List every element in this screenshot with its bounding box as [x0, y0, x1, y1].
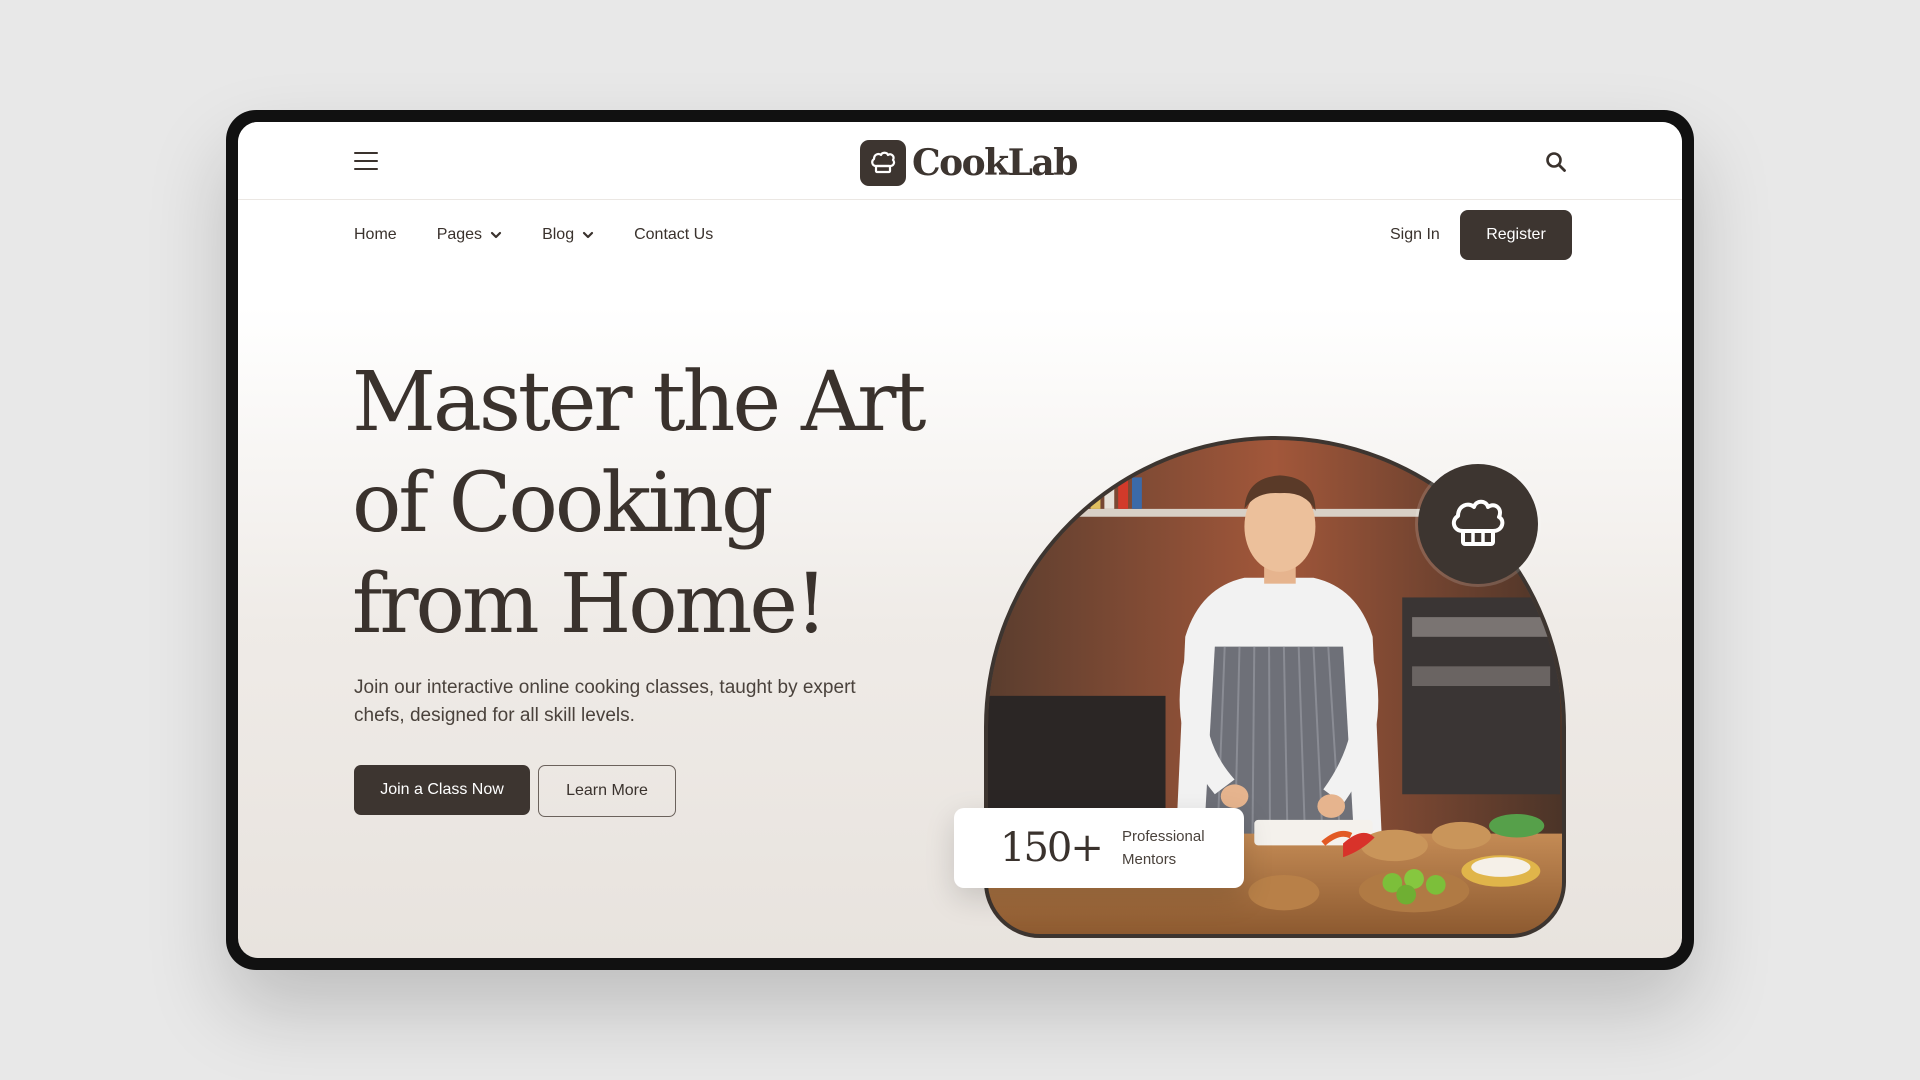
chevron-down-icon — [490, 231, 502, 239]
chef-hat-badge — [1418, 464, 1538, 584]
nav-item-label: Home — [354, 226, 397, 243]
hero-title: Master the Art of Cooking from Home! — [352, 352, 952, 655]
mentors-stat-card: 150+ Professional Mentors — [954, 808, 1244, 888]
nav-item-contact[interactable]: Contact Us — [634, 226, 713, 244]
hero-title-line: Master the Art — [352, 355, 926, 450]
hamburger-menu-icon[interactable] — [354, 152, 378, 170]
chevron-down-icon — [582, 231, 594, 239]
register-button[interactable]: Register — [1460, 210, 1572, 260]
nav-item-label: Blog — [542, 226, 575, 243]
nav-item-pages[interactable]: Pages — [437, 226, 502, 244]
nav-item-label: Contact Us — [634, 226, 714, 243]
stat-label-line: Mentors — [1122, 851, 1177, 868]
browser-screen: CookLab Home Pages Blog Contact Us Sign … — [238, 122, 1682, 958]
hero-title-line: of Cooking — [352, 456, 773, 551]
brand-name: CookLab — [912, 142, 1078, 184]
sign-in-link[interactable]: Sign In — [1390, 226, 1440, 244]
brand-logo[interactable]: CookLab — [860, 140, 1078, 186]
search-icon[interactable] — [1544, 150, 1568, 174]
nav-item-label: Pages — [436, 226, 483, 243]
stat-label: Professional Mentors — [1122, 825, 1232, 871]
top-bar: CookLab — [238, 122, 1682, 200]
learn-more-button[interactable]: Learn More — [538, 765, 676, 817]
stat-label-line: Professional — [1122, 828, 1205, 845]
join-class-button[interactable]: Join a Class Now — [354, 765, 530, 815]
hero-subtitle: Join our interactive online cooking clas… — [354, 677, 856, 726]
hero-title-line: from Home! — [352, 557, 828, 652]
chef-hat-icon — [860, 140, 906, 186]
main-nav: Home Pages Blog Contact Us — [354, 226, 753, 244]
nav-item-blog[interactable]: Blog — [542, 226, 594, 244]
chef-hat-icon — [1451, 499, 1505, 546]
stat-value: 150+ — [1000, 825, 1104, 871]
device-frame: CookLab Home Pages Blog Contact Us Sign … — [226, 110, 1694, 970]
nav-item-home[interactable]: Home — [354, 226, 397, 244]
